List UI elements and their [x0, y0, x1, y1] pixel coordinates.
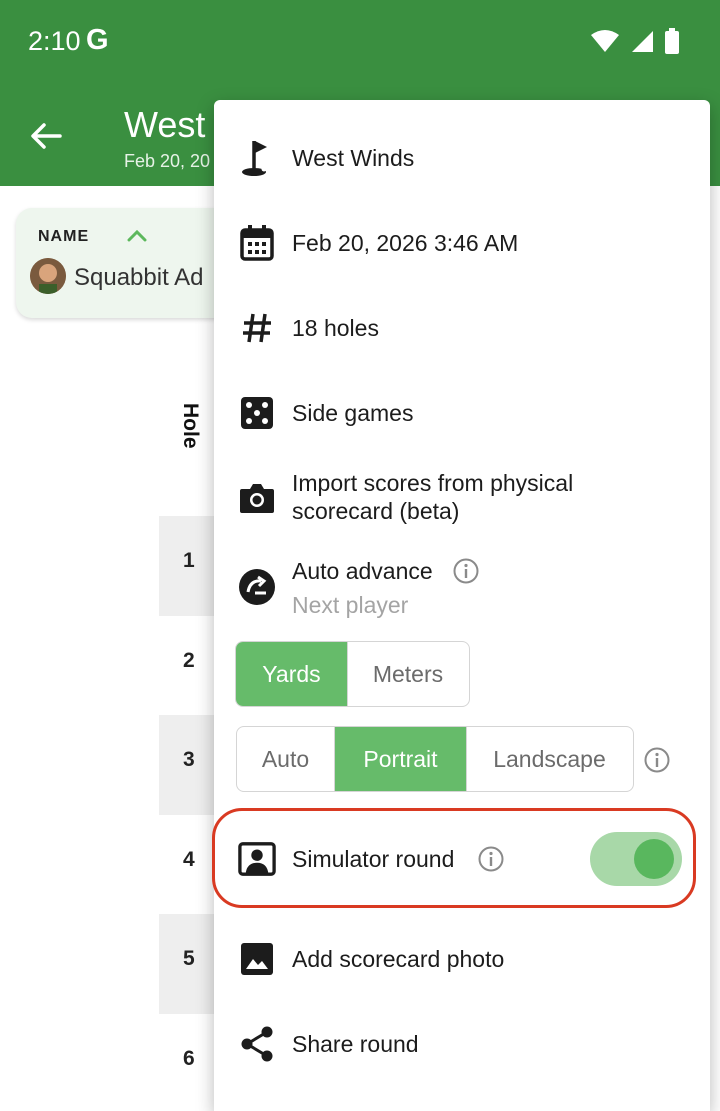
add-photo-label: Add scorecard photo: [292, 946, 505, 972]
camera-icon: [238, 479, 276, 517]
hole-number: 5: [183, 947, 195, 970]
yards-button[interactable]: Yards: [236, 642, 347, 706]
simulator-round-highlight: [212, 808, 696, 908]
menu-item-date[interactable]: Feb 20, 2026 3:46 AM: [214, 213, 710, 273]
units-toggle[interactable]: Yards Meters: [235, 641, 470, 707]
import-scores-line2: scorecard (beta): [292, 498, 460, 524]
player-name: Squabbit Ad: [74, 264, 204, 291]
round-options-menu: West Winds Feb 20, 2026 3:46 AM 18 holes…: [214, 100, 710, 1111]
menu-item-side-games[interactable]: Side games: [214, 383, 710, 443]
info-icon[interactable]: [643, 746, 671, 774]
share-icon: [238, 1025, 276, 1063]
google-icon: G: [86, 24, 109, 56]
wifi-icon: [591, 30, 619, 52]
back-arrow-icon[interactable]: [26, 116, 66, 156]
orientation-auto-button[interactable]: Auto: [237, 727, 334, 791]
table-row: 4: [159, 815, 219, 915]
hole-number: 2: [183, 649, 195, 672]
table-row: 2: [159, 616, 219, 716]
round-datetime: Feb 20, 2026 3:46 AM: [292, 230, 519, 256]
signal-icon: [632, 31, 653, 52]
import-scores-line1: Import scores from physical: [292, 470, 574, 496]
auto-advance-value: Next player: [292, 592, 409, 618]
menu-item-holes[interactable]: 18 holes: [214, 298, 710, 358]
table-row: 1: [159, 516, 219, 616]
chevron-up-icon[interactable]: [126, 226, 148, 246]
menu-item-import-scores[interactable]: Import scores from physical scorecard (b…: [214, 465, 710, 531]
hole-column-header: Hole: [179, 403, 202, 449]
course-name: West Winds: [292, 145, 415, 171]
status-icons: [590, 28, 680, 54]
menu-item-course[interactable]: West Winds: [214, 128, 710, 188]
dice-icon: [238, 394, 276, 432]
menu-item-share-round[interactable]: Share round: [214, 1014, 710, 1074]
hole-number: 1: [183, 549, 195, 572]
table-row: 5: [159, 914, 219, 1014]
menu-item-add-photo[interactable]: Add scorecard photo: [214, 929, 710, 989]
calendar-icon: [238, 224, 276, 262]
table-row: 6: [159, 1014, 219, 1111]
battery-icon: [665, 28, 679, 54]
avatar: [30, 258, 66, 294]
name-column-header[interactable]: NAME: [38, 228, 89, 246]
image-icon: [238, 940, 276, 978]
page-subtitle: Feb 20, 20: [124, 151, 211, 171]
status-time: 2:10: [28, 26, 81, 56]
menu-item-auto-advance[interactable]: Auto advance Next player: [214, 554, 710, 620]
orientation-landscape-button[interactable]: Landscape: [466, 727, 632, 791]
table-row: 3: [159, 715, 219, 815]
info-icon[interactable]: [452, 557, 480, 585]
auto-advance-icon: [238, 568, 276, 606]
hole-number: 3: [183, 748, 195, 771]
hash-icon: [238, 309, 276, 347]
auto-advance-label: Auto advance: [292, 558, 433, 584]
status-bar: 2:10 G: [0, 0, 720, 86]
holes-count: 18 holes: [292, 315, 379, 341]
side-games-label: Side games: [292, 400, 414, 426]
hole-number: 6: [183, 1047, 195, 1070]
hole-number: 4: [183, 848, 195, 871]
page-title: West: [124, 104, 206, 145]
share-round-label: Share round: [292, 1031, 419, 1057]
meters-button[interactable]: Meters: [347, 642, 468, 706]
orientation-toggle[interactable]: Auto Portrait Landscape: [236, 726, 634, 792]
orientation-portrait-button[interactable]: Portrait: [334, 727, 466, 791]
golf-flag-icon: [238, 139, 276, 177]
